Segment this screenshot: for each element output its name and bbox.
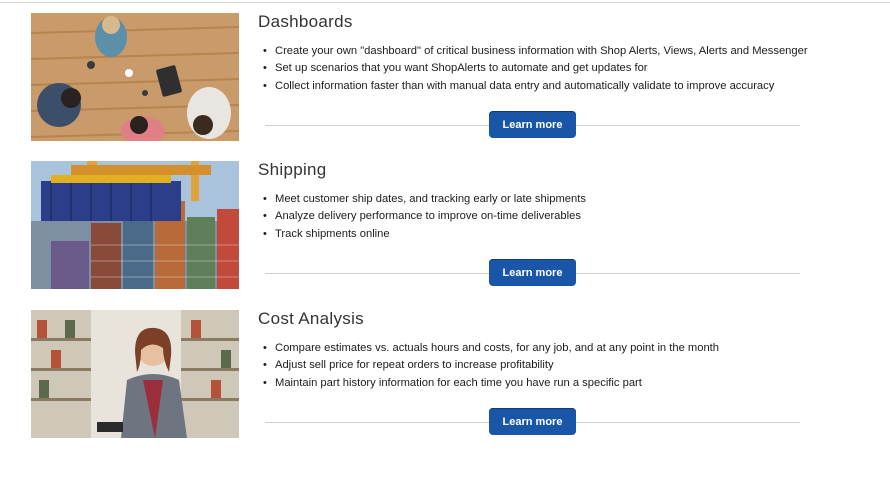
list-item: Collect information faster than with man… <box>263 78 808 96</box>
list-item: Meet customer ship dates, and tracking e… <box>263 191 586 209</box>
learn-more-button[interactable]: Learn more <box>489 259 576 286</box>
list-item: Analyze delivery performance to improve … <box>263 208 586 226</box>
section-title: Shipping <box>258 160 327 179</box>
list-item: Create your own "dashboard" of critical … <box>263 43 808 61</box>
list-item: Maintain part history information for ea… <box>263 375 719 393</box>
learn-more-button[interactable]: Learn more <box>489 408 576 435</box>
feature-list: Create your own "dashboard" of critical … <box>263 43 808 96</box>
section-dashboards: Dashboards Create your own "dashboard" o… <box>0 12 890 143</box>
dashboards-image <box>31 13 239 141</box>
list-item: Set up scenarios that you want ShopAlert… <box>263 60 808 78</box>
section-title: Dashboards <box>258 12 353 31</box>
section-shipping: Shipping Meet customer ship dates, and t… <box>0 160 890 291</box>
section-title: Cost Analysis <box>258 309 364 328</box>
feature-list: Meet customer ship dates, and tracking e… <box>263 191 586 244</box>
list-item: Compare estimates vs. actuals hours and … <box>263 340 719 358</box>
list-item: Track shipments online <box>263 226 586 244</box>
feature-list: Compare estimates vs. actuals hours and … <box>263 340 719 393</box>
learn-more-button[interactable]: Learn more <box>489 111 576 138</box>
section-cost-analysis: Cost Analysis Compare estimates vs. actu… <box>0 309 890 440</box>
list-item: Adjust sell price for repeat orders to i… <box>263 357 719 375</box>
cost-analysis-image <box>31 310 239 438</box>
shipping-image <box>31 161 239 289</box>
top-divider <box>0 2 890 3</box>
